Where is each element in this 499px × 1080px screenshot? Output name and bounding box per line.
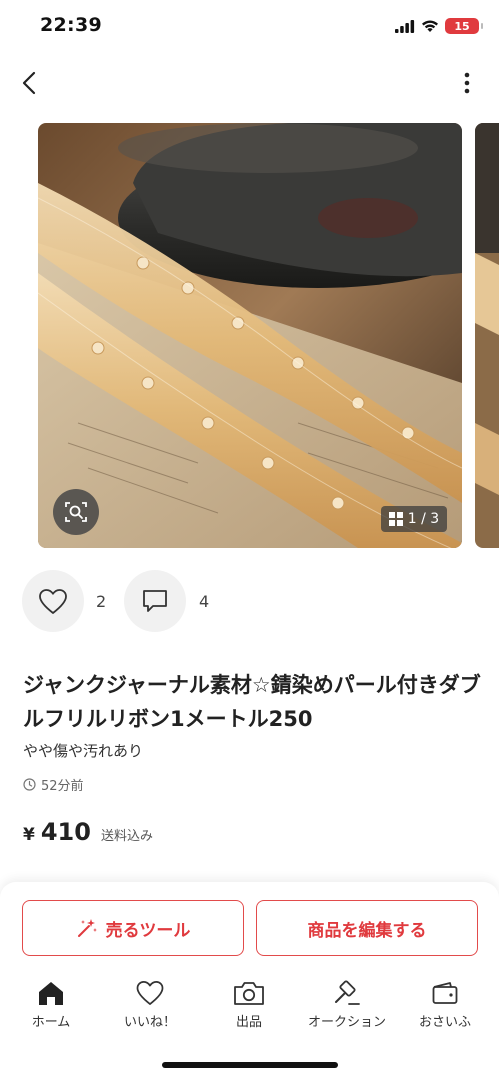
clock-icon [23,778,36,791]
like-count: 2 [96,592,107,611]
cellular-signal-icon [395,19,415,33]
image-search-button[interactable] [53,489,99,535]
wallet-icon [432,982,458,1004]
item-title: ジャンクジャーナル素材☆錆染めパール付きダブルフリルリボン1メートル250 [23,673,481,731]
like-button[interactable] [22,570,84,632]
tab-wallet-label: おさいふ [418,1015,471,1030]
comment-button[interactable] [124,570,186,632]
edit-item-label: 商品を編集する [307,920,427,941]
tab-likes-label: いいね！ [123,1015,176,1030]
posted-time: 52分前 [23,775,84,794]
tab-home[interactable]: ホーム [6,980,96,1030]
camera-icon [234,982,264,1005]
next-product-photo[interactable] [475,123,499,548]
more-vertical-icon [464,72,470,94]
tab-likes[interactable]: いいね！ [105,980,195,1030]
sell-tool-label: 売るツール [105,920,191,941]
chevron-left-icon [22,71,36,95]
tab-auction[interactable]: オークション [302,980,392,1030]
sell-tool-button[interactable]: 売るツール [22,900,244,956]
photo-counter-text: 1 / 3 [407,511,440,527]
status-icons: 15 [395,18,483,34]
edit-item-button[interactable]: 商品を編集する [256,900,478,956]
tab-home-label: ホーム [31,1015,71,1030]
magic-wand-icon [77,919,97,937]
item-condition: やや傷や汚れあり [23,742,144,760]
heart-icon [39,588,67,614]
wifi-icon [422,20,438,32]
product-photo-illustration [38,123,462,548]
more-options-button[interactable] [457,68,477,98]
heart-icon [136,981,164,1005]
back-button[interactable] [14,66,44,100]
grid-icon [388,512,403,526]
posted-time-text: 52分前 [41,779,84,794]
image-search-icon [65,502,87,522]
price-currency: ¥ [23,825,35,845]
price-value: 410 [40,818,91,846]
status-time: 22:39 [40,14,102,36]
comment-icon [143,590,167,612]
product-photo[interactable] [38,123,462,548]
battery-level: 15 [454,19,470,33]
battery-icon: 15 [445,18,483,34]
comment-count: 4 [199,592,210,611]
tab-wallet[interactable]: おさいふ [400,980,490,1030]
price-row: ¥ 410 送料込み [23,818,153,846]
home-indicator [162,1062,338,1068]
home-icon [39,982,63,1005]
gavel-icon [335,980,360,1005]
tab-auction-label: オークション [307,1015,386,1030]
photo-counter: 1 / 3 [381,506,447,532]
tab-sell-label: 出品 [235,1015,262,1030]
next-photo-illustration [475,123,499,548]
tab-sell[interactable]: 出品 [204,980,294,1030]
shipping-note: 送料込み [100,829,153,844]
